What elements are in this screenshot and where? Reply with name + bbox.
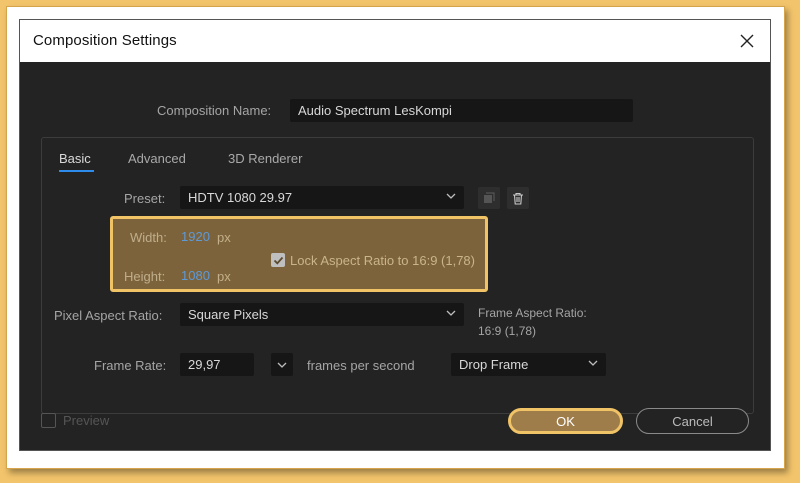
height-unit: px <box>217 269 231 284</box>
preset-value: HDTV 1080 29.97 <box>188 190 293 205</box>
width-value[interactable]: 1920 <box>181 229 210 244</box>
preview-label: Preview <box>63 413 110 428</box>
composition-settings-dialog: Composition Settings Composition Name: A… <box>19 19 771 451</box>
ok-button[interactable]: OK <box>508 408 623 434</box>
frames-per-second-label: frames per second <box>307 358 415 373</box>
drop-frame-dropdown[interactable]: Drop Frame <box>451 353 606 376</box>
frame-aspect-label: Frame Aspect Ratio: <box>478 306 587 320</box>
close-button[interactable] <box>732 26 762 56</box>
dialog-title: Composition Settings <box>33 32 177 49</box>
title-bar: Composition Settings <box>20 20 770 62</box>
frame-rate-dropdown-button[interactable] <box>271 353 293 376</box>
pixel-aspect-label: Pixel Aspect Ratio: <box>54 308 163 323</box>
cancel-button[interactable]: Cancel <box>636 408 749 434</box>
preset-dropdown[interactable]: HDTV 1080 29.97 <box>180 186 464 209</box>
frame-aspect-value: 16:9 (1,78) <box>478 324 537 338</box>
height-label: Height: <box>124 269 166 284</box>
tab-advanced[interactable]: Advanced <box>128 151 186 166</box>
frame-rate-label: Frame Rate: <box>94 358 167 373</box>
height-value[interactable]: 1080 <box>181 268 210 283</box>
drop-frame-value: Drop Frame <box>459 357 529 372</box>
save-preset-button[interactable] <box>478 187 500 209</box>
chevron-down-icon <box>446 308 456 317</box>
pixel-aspect-value: Square Pixels <box>188 307 269 322</box>
frame-rate-input[interactable]: 29,97 <box>180 353 254 376</box>
pixel-aspect-dropdown[interactable]: Square Pixels <box>180 303 464 326</box>
width-unit: px <box>217 230 231 245</box>
preset-label: Preset: <box>124 191 166 206</box>
tab-basic[interactable]: Basic <box>59 151 91 166</box>
lock-aspect-label: Lock Aspect Ratio to 16:9 (1,78) <box>290 253 475 268</box>
delete-preset-button[interactable] <box>507 187 529 209</box>
checkmark-icon <box>273 256 283 265</box>
chevron-down-icon <box>588 358 598 367</box>
trash-icon <box>513 192 523 205</box>
tab-3d-renderer[interactable]: 3D Renderer <box>228 151 302 166</box>
close-icon <box>740 34 754 48</box>
width-label: Width: <box>130 230 167 245</box>
composition-name-label: Composition Name: <box>157 103 272 118</box>
lock-aspect-checkbox[interactable] <box>271 253 285 267</box>
dialog-content: Composition Name: Audio Spectrum LesKomp… <box>20 62 770 452</box>
preview-checkbox[interactable] <box>41 413 56 428</box>
chevron-down-icon <box>277 362 287 368</box>
chevron-down-icon <box>446 191 456 200</box>
composition-name-input[interactable]: Audio Spectrum LesKompi <box>290 99 633 122</box>
active-tab-indicator <box>59 170 94 172</box>
save-preset-icon <box>484 192 495 203</box>
